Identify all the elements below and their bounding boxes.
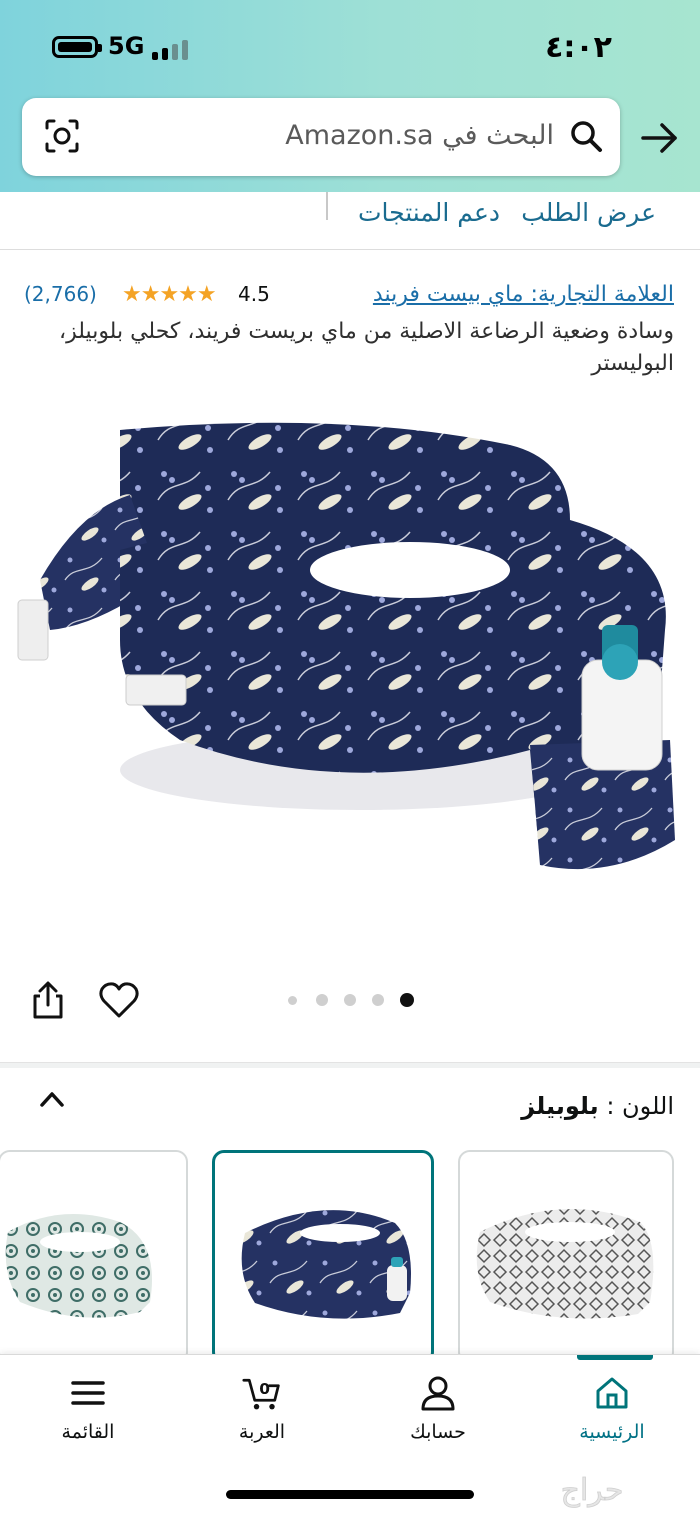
color-swatch-selected[interactable] [212, 1150, 434, 1364]
home-indicator [226, 1490, 474, 1499]
heart-icon[interactable] [98, 980, 140, 1020]
section-divider [0, 1062, 700, 1068]
tab-label: العربة [238, 1421, 286, 1443]
tab-home[interactable]: الرئيسية [542, 1355, 682, 1465]
image-pagination[interactable] [284, 992, 420, 1008]
arrow-right-icon[interactable] [640, 120, 680, 156]
network-label: 5G [108, 32, 145, 60]
divider [326, 192, 328, 220]
pagination-dot[interactable] [316, 994, 328, 1006]
color-label-text: اللون : [606, 1092, 674, 1120]
product-title: وسادة وضعية الرضاعة الاصلية من ماي بريست… [59, 319, 674, 376]
camera-scan-icon[interactable] [44, 118, 80, 154]
status-bar: 5G ٤:٠٢ [0, 0, 700, 92]
cart-badge: 0 [259, 1380, 270, 1398]
color-swatch[interactable] [0, 1150, 188, 1364]
cart-icon: 0 [242, 1378, 280, 1410]
star-rating-icon: ★★★★★ [122, 282, 217, 307]
search-icon[interactable] [568, 118, 604, 154]
swatch-image [241, 1210, 411, 1319]
header: 5G ٤:٠٢ البحث في Amazon.sa [0, 0, 700, 192]
account-icon [421, 1376, 455, 1411]
pagination-dot[interactable] [372, 994, 384, 1006]
product-subnav: عرض الطلب دعم المنتجات [0, 192, 700, 250]
battery-icon [52, 36, 102, 58]
tab-cart[interactable]: 0 العربة [192, 1355, 332, 1465]
search-bar[interactable]: البحث في Amazon.sa [22, 98, 620, 176]
review-count[interactable]: (2,766) [24, 282, 97, 306]
search-input[interactable]: البحث في Amazon.sa [285, 120, 554, 151]
home-icon [596, 1377, 628, 1409]
product-support-link[interactable]: دعم المنتجات [358, 198, 500, 227]
color-value: بلوبيلز [521, 1092, 599, 1120]
color-swatch[interactable] [458, 1150, 674, 1364]
svg-text:حراج: حراج [561, 1473, 624, 1508]
share-icon[interactable] [30, 980, 66, 1020]
tab-menu[interactable]: القائمة [18, 1355, 158, 1465]
watermark-logo: حراج [560, 1473, 624, 1508]
rating-score: 4.5 [238, 282, 270, 306]
product-page: 5G ٤:٠٢ البحث في Amazon.sa عرض الطلب دعم… [0, 0, 700, 1514]
menu-icon [71, 1381, 105, 1405]
swatch-image [476, 1209, 654, 1319]
color-label: اللون : بلوبيلز [521, 1092, 674, 1120]
pagination-dot-active[interactable] [400, 993, 414, 1007]
tab-label: القائمة [61, 1421, 115, 1443]
chevron-up-icon[interactable] [38, 1088, 66, 1110]
tab-account[interactable]: حسابك [368, 1355, 508, 1465]
view-order-link[interactable]: عرض الطلب [521, 198, 656, 227]
swatch-image [5, 1214, 153, 1318]
tab-label: الرئيسية [579, 1421, 645, 1443]
active-tab-indicator [577, 1355, 653, 1360]
brand-link[interactable]: العلامة التجارية: ماي بيست فريند [373, 282, 674, 307]
signal-icon [152, 38, 192, 60]
pagination-dot[interactable] [288, 996, 297, 1005]
clock: ٤:٠٢ [545, 30, 612, 65]
product-image[interactable] [10, 400, 690, 900]
pagination-dot[interactable] [344, 994, 356, 1006]
tab-label: حسابك [410, 1421, 466, 1443]
